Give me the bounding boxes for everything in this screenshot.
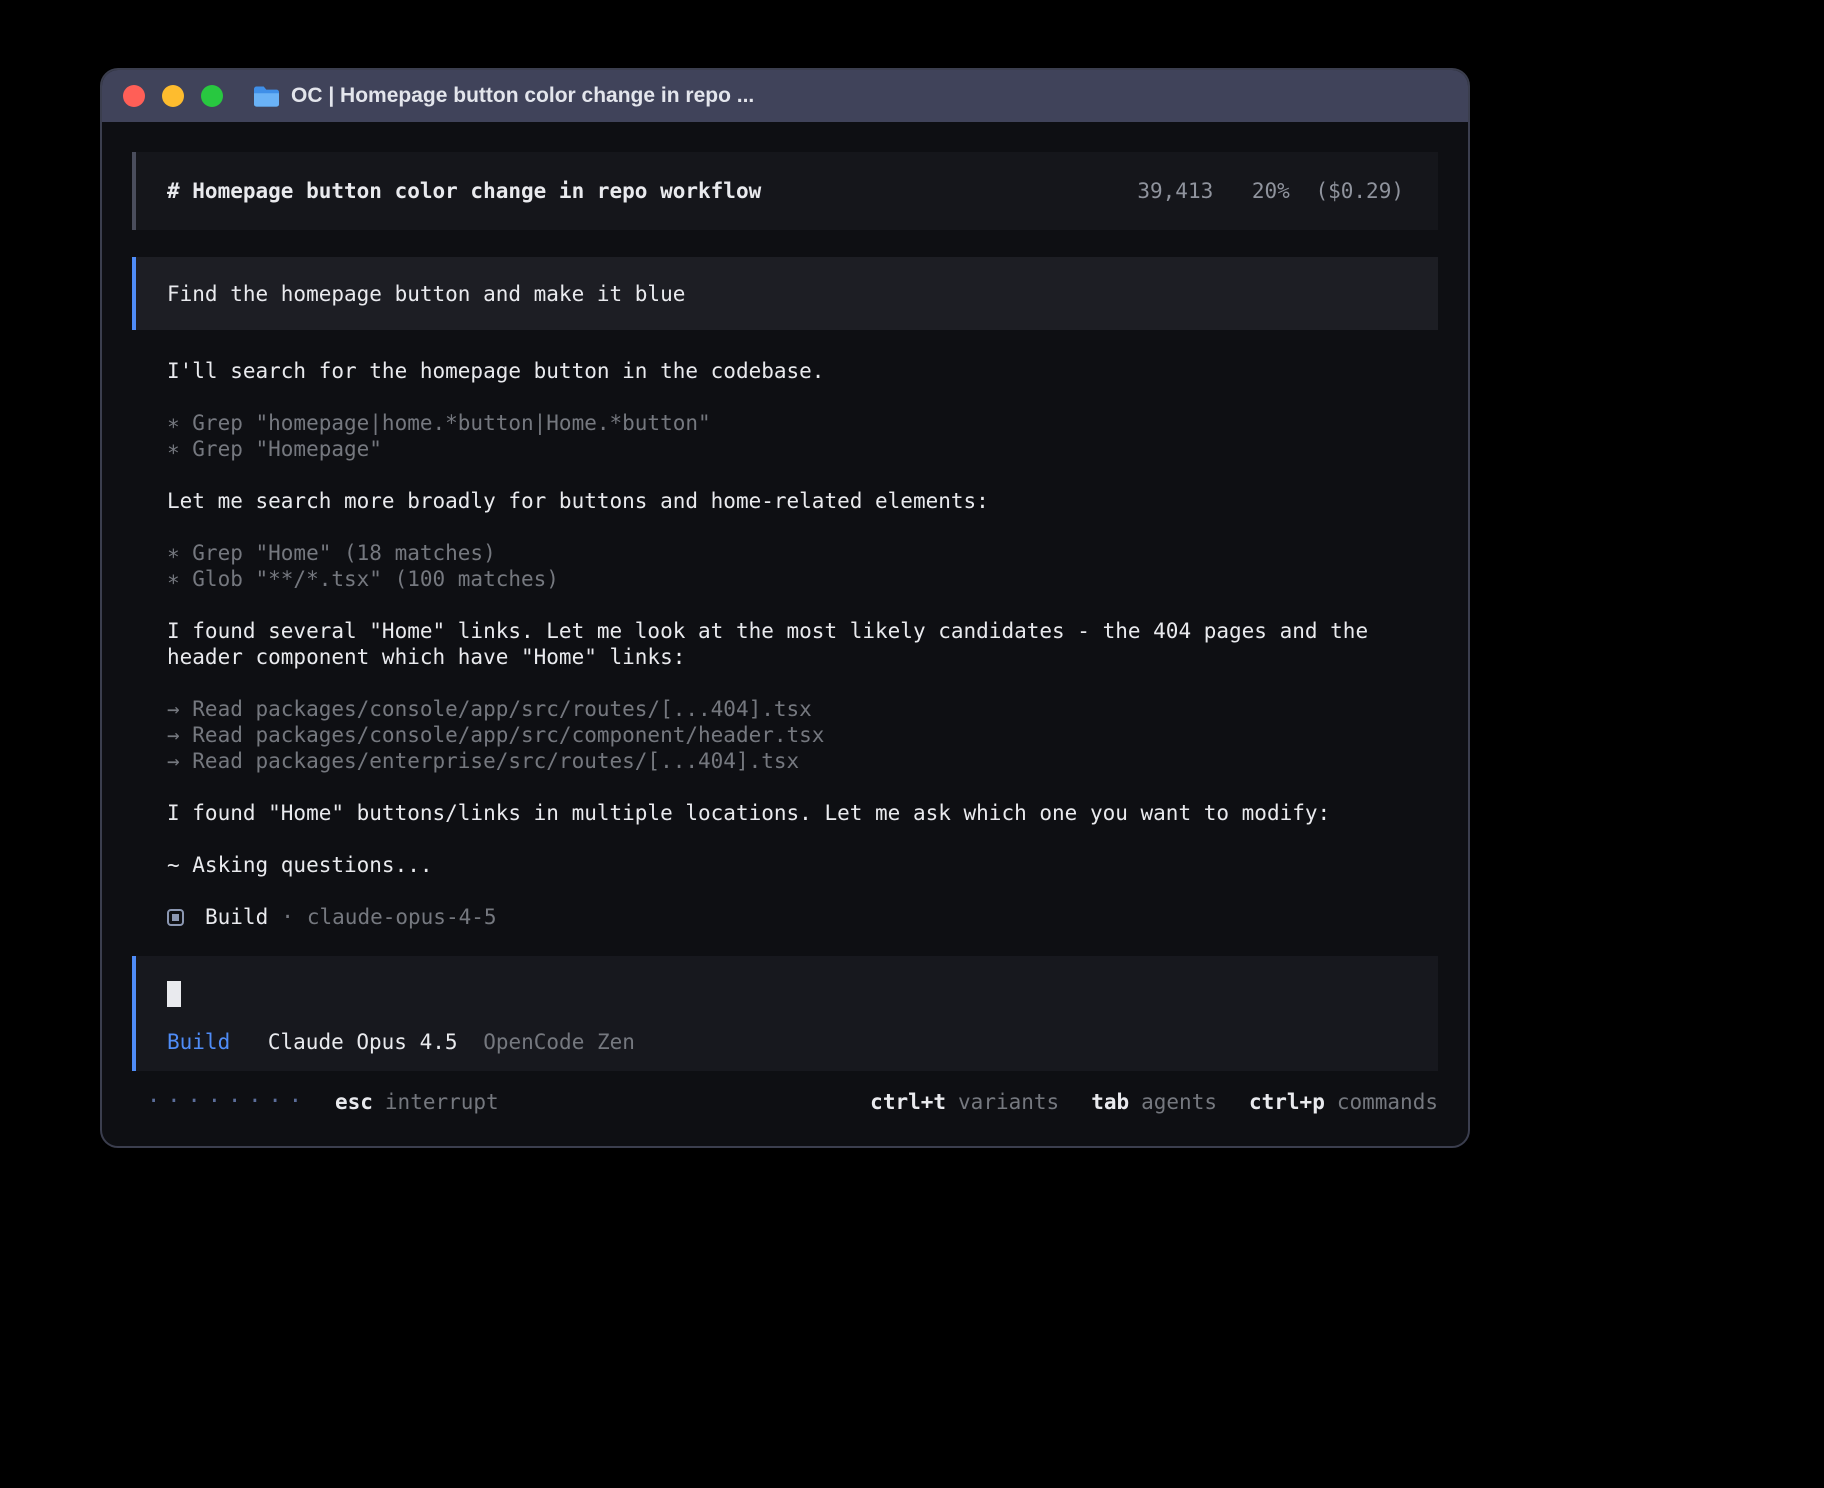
agent-status-row: Build · claude-opus-4-5 bbox=[167, 904, 1412, 930]
window-title: OC | Homepage button color change in rep… bbox=[291, 84, 754, 108]
terminal-window: OC | Homepage button color change in rep… bbox=[100, 68, 1470, 1148]
prompt-input[interactable]: Build Claude Opus 4.5 OpenCode Zen bbox=[132, 956, 1438, 1071]
session-cost: ($0.29) bbox=[1315, 179, 1404, 203]
tool-call-read: → Read packages/console/app/src/routes/[… bbox=[167, 696, 1412, 722]
user-message: Find the homepage button and make it blu… bbox=[132, 257, 1438, 330]
tool-call-grep: ∗ Grep "Home" (18 matches) bbox=[167, 540, 1412, 566]
model-name: claude-opus-4-5 bbox=[307, 904, 497, 930]
shortcut-key: tab bbox=[1091, 1089, 1129, 1115]
assistant-text: I found several "Home" links. Let me loo… bbox=[167, 618, 1412, 670]
session-title: # Homepage button color change in repo w… bbox=[167, 178, 761, 204]
status-bar-left: ········ esc interrupt bbox=[147, 1089, 499, 1115]
shortcut-commands: ctrl+p commands bbox=[1249, 1089, 1438, 1115]
zoom-button[interactable] bbox=[201, 85, 223, 107]
input-mode-label[interactable]: Build bbox=[167, 1030, 230, 1054]
token-count: 39,413 bbox=[1137, 179, 1213, 203]
traffic-lights bbox=[123, 85, 223, 107]
shortcut-agents: tab agents bbox=[1091, 1089, 1217, 1115]
assistant-status-text: ~ Asking questions... bbox=[167, 852, 1412, 878]
spinner-dots-icon: ········ bbox=[147, 1089, 309, 1115]
session-stats: 39,413 20% ($0.29) bbox=[1137, 178, 1404, 204]
window-titlebar[interactable]: OC | Homepage button color change in rep… bbox=[102, 70, 1468, 122]
context-percent: 20% bbox=[1252, 179, 1290, 203]
shortcut-label: commands bbox=[1337, 1089, 1438, 1115]
esc-key-hint: esc bbox=[335, 1089, 373, 1115]
terminal-content: # Homepage button color change in repo w… bbox=[102, 122, 1468, 1146]
build-agent-icon bbox=[167, 909, 184, 926]
shortcut-label: variants bbox=[958, 1089, 1059, 1115]
shortcut-key: ctrl+t bbox=[870, 1089, 946, 1115]
input-meta-row: Build Claude Opus 4.5 OpenCode Zen bbox=[167, 1029, 1407, 1055]
esc-hint-label: interrupt bbox=[385, 1089, 499, 1115]
input-model-label[interactable]: Claude Opus 4.5 bbox=[268, 1030, 458, 1054]
session-header: # Homepage button color change in repo w… bbox=[132, 152, 1438, 230]
tool-call-read: → Read packages/enterprise/src/routes/[.… bbox=[167, 748, 1412, 774]
minimize-button[interactable] bbox=[162, 85, 184, 107]
user-message-text: Find the homepage button and make it blu… bbox=[167, 281, 685, 307]
close-button[interactable] bbox=[123, 85, 145, 107]
assistant-text: I found "Home" buttons/links in multiple… bbox=[167, 800, 1412, 826]
agent-name: Build bbox=[205, 904, 268, 930]
desktop-background: OC | Homepage button color change in rep… bbox=[0, 0, 1824, 1488]
tool-call-grep: ∗ Grep "homepage|home.*button|Home.*butt… bbox=[167, 410, 1412, 436]
tool-call-glob: ∗ Glob "**/*.tsx" (100 matches) bbox=[167, 566, 1412, 592]
status-bar: ········ esc interrupt ctrl+t variants t… bbox=[132, 1089, 1438, 1115]
tool-call-read: → Read packages/console/app/src/componen… bbox=[167, 722, 1412, 748]
status-bar-right: ctrl+t variants tab agents ctrl+p comman… bbox=[870, 1089, 1438, 1115]
folder-icon bbox=[253, 85, 280, 107]
assistant-text: I'll search for the homepage button in t… bbox=[167, 358, 1412, 384]
shortcut-label: agents bbox=[1141, 1089, 1217, 1115]
shortcut-key: ctrl+p bbox=[1249, 1089, 1325, 1115]
shortcut-variants: ctrl+t variants bbox=[870, 1089, 1059, 1115]
separator-dot: · bbox=[281, 904, 294, 930]
input-provider-label: OpenCode Zen bbox=[483, 1030, 635, 1054]
transcript: I'll search for the homepage button in t… bbox=[167, 358, 1412, 956]
tool-call-grep: ∗ Grep "Homepage" bbox=[167, 436, 1412, 462]
assistant-text: Let me search more broadly for buttons a… bbox=[167, 488, 1412, 514]
text-cursor bbox=[167, 981, 181, 1007]
